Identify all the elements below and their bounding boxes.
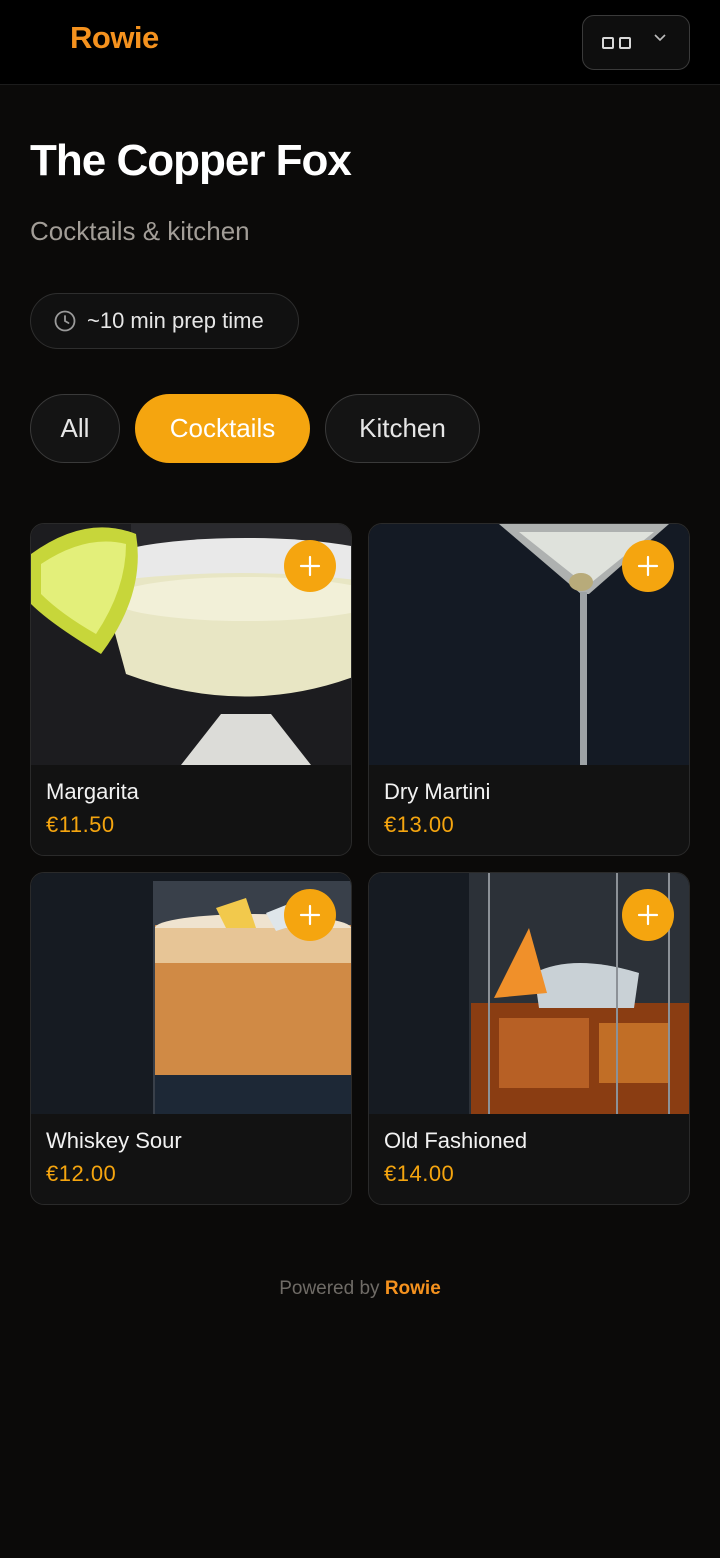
prep-time-badge: ~10 min prep time — [30, 293, 299, 349]
add-to-cart-button[interactable] — [622, 889, 674, 941]
prep-time-text: ~10 min prep time — [87, 308, 264, 333]
add-to-cart-button[interactable] — [622, 540, 674, 592]
add-to-cart-button[interactable] — [284, 540, 336, 592]
language-selector[interactable] — [582, 15, 690, 70]
item-name: Margarita — [46, 779, 139, 804]
tab-all[interactable]: All — [30, 394, 120, 463]
item-price: €12.00 — [46, 1161, 117, 1186]
add-to-cart-button[interactable] — [284, 889, 336, 941]
chevron-down-icon — [654, 34, 666, 42]
item-price: €13.00 — [384, 812, 455, 837]
menu-item-card[interactable]: Old Fashioned €14.00 — [368, 872, 690, 1205]
item-name: Old Fashioned — [384, 1128, 528, 1153]
menu-item-card[interactable]: Dry Martini €13.00 — [368, 523, 690, 856]
venue-name: The Copper Fox — [30, 136, 352, 185]
plus-icon — [637, 904, 659, 926]
plus-icon — [299, 904, 321, 926]
tab-kitchen[interactable]: Kitchen — [325, 394, 480, 463]
flag-icon — [619, 36, 631, 49]
venue-subtitle: Cocktails & kitchen — [30, 216, 250, 246]
clock-icon — [54, 310, 76, 332]
logo[interactable]: Rowie — [70, 20, 159, 56]
menu-item-card[interactable]: Whiskey Sour €12.00 — [30, 872, 352, 1205]
item-name: Dry Martini — [384, 779, 491, 804]
menu-item-card[interactable]: Margarita €11.50 — [30, 523, 352, 856]
item-price: €14.00 — [384, 1161, 455, 1186]
footer-prefix: Powered by — [279, 1278, 380, 1299]
item-name: Whiskey Sour — [46, 1128, 182, 1153]
plus-icon — [299, 555, 321, 577]
tab-cocktails[interactable]: Cocktails — [135, 394, 310, 463]
item-price: €11.50 — [46, 812, 115, 837]
plus-icon — [637, 555, 659, 577]
footer: Powered by Rowie — [0, 1278, 720, 1300]
top-bar: Rowie — [0, 0, 720, 85]
flag-icon — [602, 36, 614, 49]
footer-brand[interactable]: Rowie — [385, 1278, 441, 1299]
